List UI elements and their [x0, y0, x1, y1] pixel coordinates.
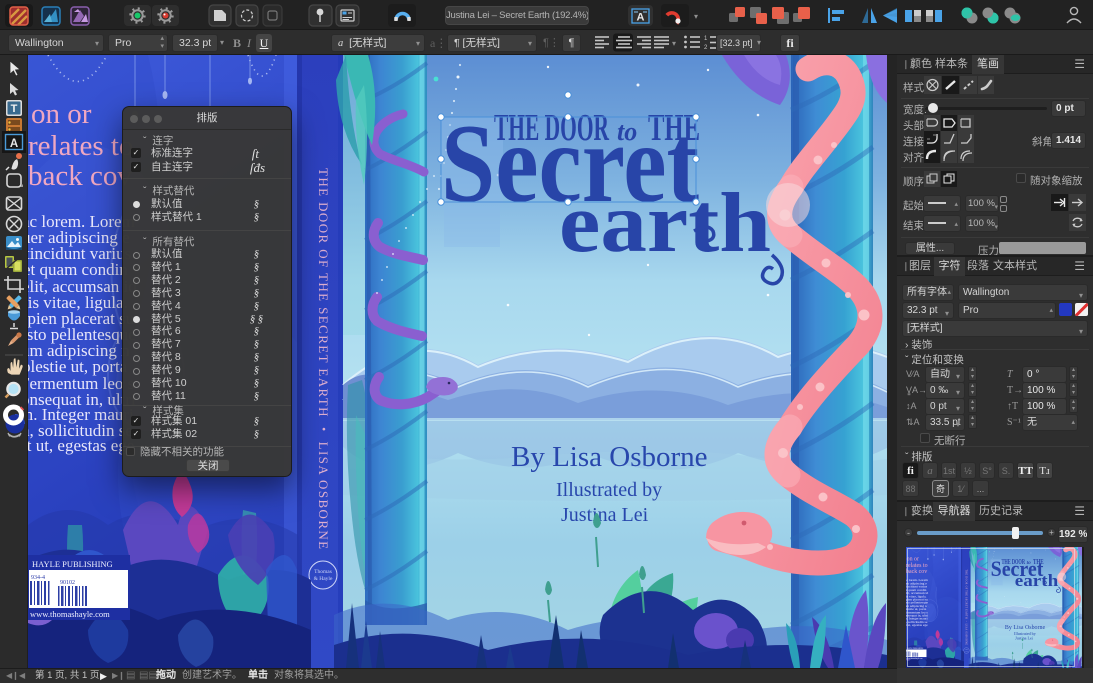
- svg-text:HAYLE PUBLISHING: HAYLE PUBLISHING: [32, 559, 113, 569]
- svg-text:1: 1: [704, 36, 708, 42]
- svg-text:90102: 90102: [60, 580, 75, 586]
- svg-text:By Lisa Osborne: By Lisa Osborne: [511, 441, 708, 473]
- svg-text:T: T: [11, 103, 18, 115]
- svg-text:on or: on or: [31, 98, 92, 130]
- svg-text:it ut, egestas ege: it ut, egestas ege: [28, 436, 134, 455]
- svg-text:www.thomashayle.com: www.thomashayle.com: [30, 609, 110, 619]
- svg-text:934-4: 934-4: [31, 575, 45, 581]
- svg-text:▾: ▾: [672, 39, 676, 48]
- svg-text:relates to: relates to: [28, 130, 133, 162]
- svg-text:Illustrated by: Illustrated by: [556, 479, 662, 501]
- svg-text:A: A: [637, 12, 645, 24]
- svg-text:Thomas: Thomas: [314, 569, 332, 575]
- svg-text:Justina Lei: Justina Lei: [561, 504, 649, 526]
- svg-text:▾: ▾: [694, 12, 698, 21]
- svg-text:2: 2: [704, 45, 708, 51]
- svg-text:THE DOOR OF THE SECRET EARTH ・: THE DOOR OF THE SECRET EARTH ・ LISA OSBO…: [316, 168, 331, 551]
- svg-text:back cov: back cov: [28, 160, 132, 192]
- svg-text:A: A: [10, 138, 18, 150]
- svg-text:& Hayle: & Hayle: [314, 576, 333, 582]
- svg-text:earth: earth: [559, 176, 771, 270]
